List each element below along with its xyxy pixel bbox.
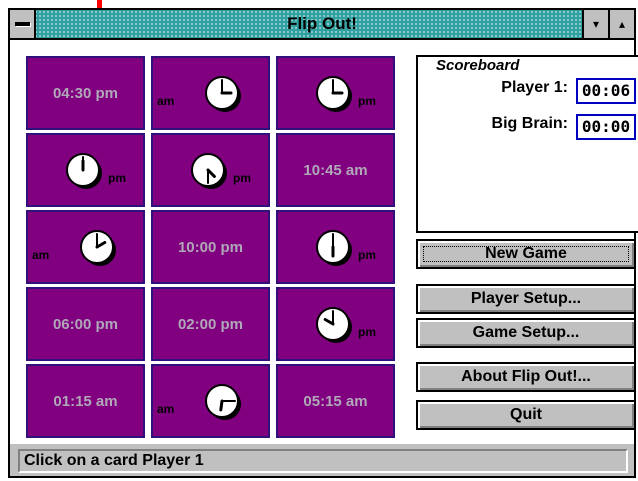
clock-ampm-label: pm xyxy=(108,171,126,185)
clock-icon xyxy=(191,153,227,189)
card[interactable]: 10:00 pm xyxy=(151,210,270,284)
card[interactable]: pm xyxy=(276,287,395,361)
clock-ampm-label: pm xyxy=(233,171,251,185)
clock-ampm-label: am xyxy=(157,402,175,416)
minimize-arrow-icon: ▾ xyxy=(592,17,600,31)
player-2-name: Big Brain: xyxy=(491,115,568,132)
clock-icon xyxy=(316,230,352,266)
card[interactable]: 02:00 pm xyxy=(151,287,270,361)
scoreboard-title: Scoreboard xyxy=(436,57,520,74)
clock-ampm-label: am xyxy=(32,248,50,262)
client-area: 04:30 pm am pm pm pm 10:45 am am 10:00 pm pm 06:0… xyxy=(10,40,638,444)
card[interactable]: pm xyxy=(276,56,395,130)
minimize-button[interactable]: ▾ xyxy=(582,10,608,38)
player-1-time: 00:06 xyxy=(576,78,636,104)
card[interactable]: pm xyxy=(26,133,145,207)
red-corner-mark xyxy=(97,0,102,8)
clock-icon xyxy=(66,153,102,189)
card[interactable]: 04:30 pm xyxy=(26,56,145,130)
title-bar[interactable]: Flip Out! ▾ ▴ xyxy=(10,10,634,40)
window-title: Flip Out! xyxy=(287,14,357,33)
clock-ampm-label: pm xyxy=(358,248,376,262)
clock-icon xyxy=(205,76,241,112)
card-time-text: 02:00 pm xyxy=(177,315,244,333)
clock-icon xyxy=(205,384,241,420)
status-bar: Click on a card Player 1 xyxy=(10,444,634,476)
game-setup-button[interactable]: Game Setup... xyxy=(416,318,636,348)
scoreboard: Scoreboard Player 1: 00:06 Big Brain: 00… xyxy=(416,55,638,233)
card[interactable]: 01:15 am xyxy=(26,364,145,438)
status-text: Click on a card Player 1 xyxy=(18,449,628,473)
card-time-text: 01:15 am xyxy=(53,392,118,410)
maximize-button[interactable]: ▴ xyxy=(608,10,634,38)
card-time-text: 10:00 pm xyxy=(177,238,244,256)
card-time-text: 10:45 am xyxy=(303,161,368,179)
card-time-text: 06:00 pm xyxy=(52,315,119,333)
card[interactable]: 10:45 am xyxy=(276,133,395,207)
clock-icon xyxy=(316,307,352,343)
card[interactable]: am xyxy=(151,56,270,130)
clock-ampm-label: pm xyxy=(358,94,376,108)
card[interactable]: pm xyxy=(276,210,395,284)
clock-icon xyxy=(80,230,116,266)
card[interactable]: pm xyxy=(151,133,270,207)
clock-ampm-label: pm xyxy=(358,325,376,339)
card-time-text: 04:30 pm xyxy=(52,84,119,102)
quit-button[interactable]: Quit xyxy=(416,400,636,430)
app-window: Flip Out! ▾ ▴ 04:30 pm am pm pm pm 10:45 am am… xyxy=(8,8,638,478)
player-setup-button[interactable]: Player Setup... xyxy=(416,284,636,314)
card-time-text: 05:15 am xyxy=(303,392,368,410)
card[interactable]: 05:15 am xyxy=(276,364,395,438)
clock-icon xyxy=(316,76,352,112)
card[interactable]: am xyxy=(151,364,270,438)
card[interactable]: am xyxy=(26,210,145,284)
card-grid: 04:30 pm am pm pm pm 10:45 am am 10:00 pm pm 06:0… xyxy=(25,55,400,441)
player-2-time: 00:00 xyxy=(576,114,636,140)
maximize-arrow-icon: ▴ xyxy=(618,17,626,31)
about-button[interactable]: About Flip Out!... xyxy=(416,362,636,392)
clock-ampm-label: am xyxy=(157,94,175,108)
new-game-button[interactable]: New Game xyxy=(416,239,636,269)
player-1-name: Player 1: xyxy=(501,79,568,96)
card[interactable]: 06:00 pm xyxy=(26,287,145,361)
